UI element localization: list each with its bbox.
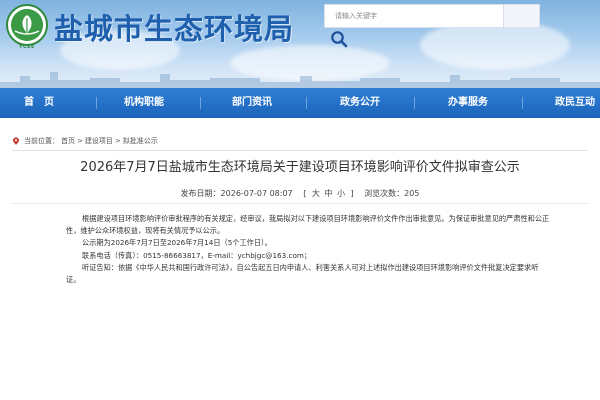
nav-separator — [200, 97, 201, 109]
nav-item-home[interactable]: 首 页 — [24, 88, 54, 118]
breadcrumb-separator: > — [114, 137, 121, 145]
font-size-controls: [ 大 中 小 ] — [303, 189, 354, 198]
nav-item-interaction[interactable]: 政民互动 — [555, 88, 595, 118]
view-count: 浏览次数：205 — [364, 189, 420, 198]
logo-caption: YCEE — [19, 44, 35, 50]
font-size-medium[interactable]: 中 — [324, 189, 332, 198]
nav-separator — [414, 97, 415, 109]
breadcrumb-approval-notice[interactable]: 拟批准公示 — [123, 136, 158, 146]
nav-item-organization[interactable]: 机构职能 — [124, 88, 164, 118]
meta-divider — [12, 203, 588, 204]
breadcrumb-prefix: 当前位置： — [24, 137, 59, 145]
article-title: 2026年7月7日盐城市生态环境局关于建设项目环境影响评价文件拟审查公示 — [80, 160, 520, 175]
location-pin-icon — [13, 137, 19, 145]
search-icon[interactable] — [330, 30, 348, 48]
nav-item-gov-disclosure[interactable]: 政务公开 — [340, 88, 380, 118]
breadcrumb: 当前位置： 首页 > 建设项目 > 拟批准公示 — [12, 136, 158, 146]
nav-separator — [96, 97, 97, 109]
article-meta: 发布日期：2026-07-07 08:07 [ 大 中 小 ] 浏览次数：205 — [0, 188, 600, 199]
article-paragraph: 根据建设项目环境影响评价审批程序的有关规定，经审议，我局拟对以下建设项目环境影响… — [66, 214, 550, 235]
publish-date: 发布日期：2026-07-07 08:07 — [180, 189, 293, 198]
search-input[interactable] — [324, 4, 504, 28]
font-size-large[interactable]: 大 — [312, 189, 320, 198]
breadcrumb-projects[interactable]: 建设项目 — [85, 136, 113, 146]
article-paragraph: 联系电话（传真）：0515-86663817，E-mail：ychbjgc@16… — [82, 250, 312, 260]
nav-separator — [522, 97, 523, 109]
article-body: 根据建设项目环境影响评价审批程序的有关规定，经审议，我局拟对以下建设项目环境影响… — [66, 213, 550, 286]
article-paragraph: 公示期为2026年7月7日至2026年7月14日（5个工作日）。 — [82, 238, 272, 248]
font-size-small[interactable]: 小 — [337, 189, 345, 198]
nav-item-news[interactable]: 部门资讯 — [232, 88, 272, 118]
nav-item-services[interactable]: 办事服务 — [448, 88, 488, 118]
search-input-end — [504, 4, 540, 28]
breadcrumb-divider — [12, 150, 588, 151]
leaf-emblem-icon[interactable] — [6, 4, 48, 46]
breadcrumb-home[interactable]: 首页 — [61, 136, 75, 146]
skyline-decoration — [0, 72, 600, 88]
nav-separator — [306, 97, 307, 109]
site-title[interactable]: 盐城市生态环境局 — [54, 6, 294, 48]
main-nav: 首 页 机构职能 部门资讯 政务公开 办事服务 政民互动 — [0, 88, 600, 118]
article-paragraph: 听证告知：依据《中华人民共和国行政许可法》，自公告起五日内申请人、利害关系人可对… — [66, 263, 539, 284]
header-banner: YCEE 盐城市生态环境局 — [0, 0, 600, 88]
breadcrumb-separator: > — [77, 137, 83, 145]
